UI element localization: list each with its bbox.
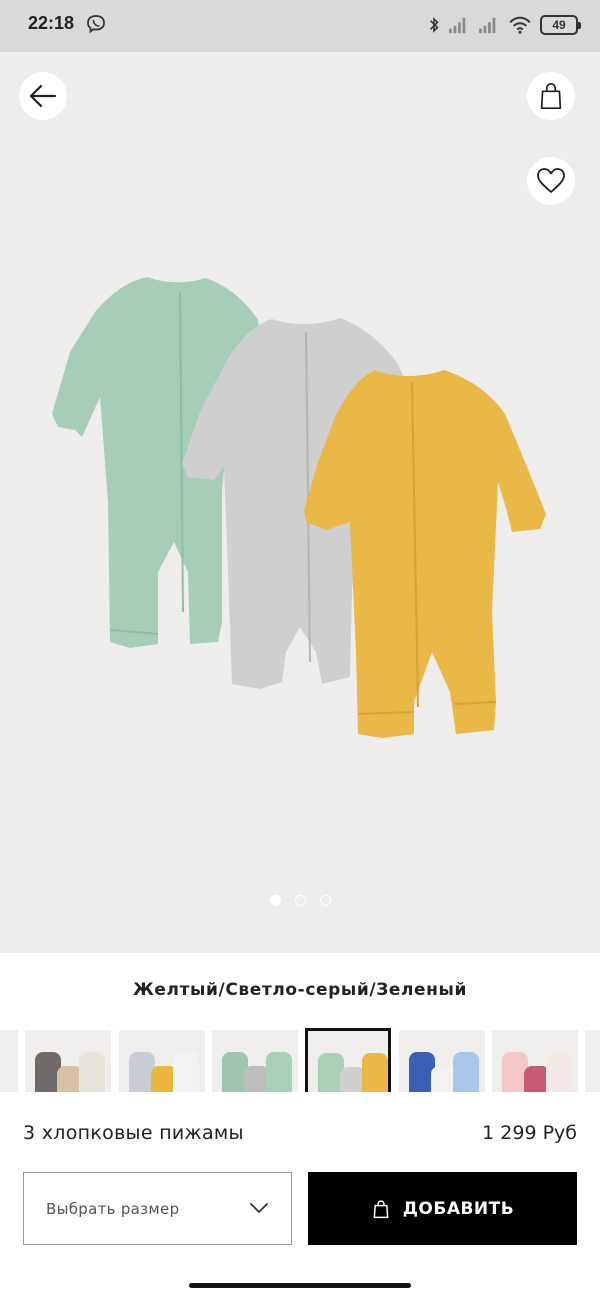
swatch-thumbnail	[129, 1052, 199, 1092]
product-name: 3 хлопковые пижамы	[23, 1122, 244, 1144]
swatch-thumbnail	[585, 1030, 600, 1092]
favorite-button[interactable]	[527, 157, 575, 205]
selected-color-name: Желтый/Светло-серый/Зеленый	[132, 980, 468, 1000]
chevron-down-icon	[250, 1203, 268, 1213]
battery-icon: 49	[540, 15, 581, 35]
battery-level: 49	[552, 18, 566, 32]
add-to-bag-label: ДОБАВИТЬ	[402, 1198, 515, 1219]
pagination-dot[interactable]	[319, 895, 331, 906]
swatch-garment	[79, 1052, 105, 1092]
color-swatch-selected[interactable]	[305, 1028, 391, 1092]
shopping-bag-icon	[373, 1199, 389, 1218]
swatch-garment	[546, 1052, 572, 1092]
arrow-left-icon	[29, 84, 57, 108]
wifi-icon	[509, 16, 531, 34]
color-swatch[interactable]	[585, 1030, 600, 1092]
back-button[interactable]	[19, 72, 67, 120]
swatch-thumbnail	[502, 1052, 572, 1092]
purchase-panel: 3 хлопковые пижамы 1 299 Руб Выбрать раз…	[0, 1092, 600, 1299]
color-swatch[interactable]	[399, 1030, 485, 1092]
swatch-garment	[173, 1052, 199, 1092]
size-select-label: Выбрать размер	[46, 1200, 180, 1218]
pagination-dot[interactable]	[294, 895, 306, 906]
product-gallery[interactable]	[0, 52, 600, 953]
swatch-garment	[266, 1052, 292, 1092]
add-to-bag-button[interactable]: ДОБАВИТЬ	[308, 1172, 577, 1245]
swatch-thumbnail	[222, 1052, 292, 1092]
viber-icon	[87, 15, 105, 34]
swatch-thumbnail	[318, 1053, 388, 1092]
color-swatch[interactable]	[25, 1030, 111, 1092]
signal-icon	[449, 17, 466, 34]
pagination-dot[interactable]	[269, 895, 281, 906]
gallery-pagination	[0, 895, 600, 906]
swatch-thumbnail	[0, 1030, 18, 1092]
shopping-bag-button[interactable]	[527, 72, 575, 120]
color-swatch[interactable]	[119, 1030, 205, 1092]
swatch-thumbnail	[35, 1052, 105, 1092]
bluetooth-icon	[430, 17, 439, 33]
shopping-bag-icon	[540, 82, 562, 110]
home-indicator[interactable]	[189, 1283, 411, 1288]
product-image	[52, 277, 546, 738]
swatch-thumbnail	[409, 1052, 479, 1092]
product-price: 1 299 Руб	[482, 1122, 577, 1144]
color-swatch[interactable]	[212, 1030, 298, 1092]
color-swatch[interactable]	[0, 1030, 18, 1092]
color-swatch[interactable]	[492, 1030, 578, 1092]
swatch-garment	[453, 1052, 479, 1092]
status-icons: 49	[428, 13, 581, 37]
size-select[interactable]: Выбрать размер	[23, 1172, 292, 1245]
color-swatch-list[interactable]	[0, 1028, 600, 1092]
status-bar: 22:18 49	[0, 0, 600, 52]
heart-icon	[537, 168, 565, 193]
signal-icon	[479, 17, 496, 34]
swatch-garment	[362, 1053, 388, 1092]
status-time: 22:18	[28, 13, 75, 33]
